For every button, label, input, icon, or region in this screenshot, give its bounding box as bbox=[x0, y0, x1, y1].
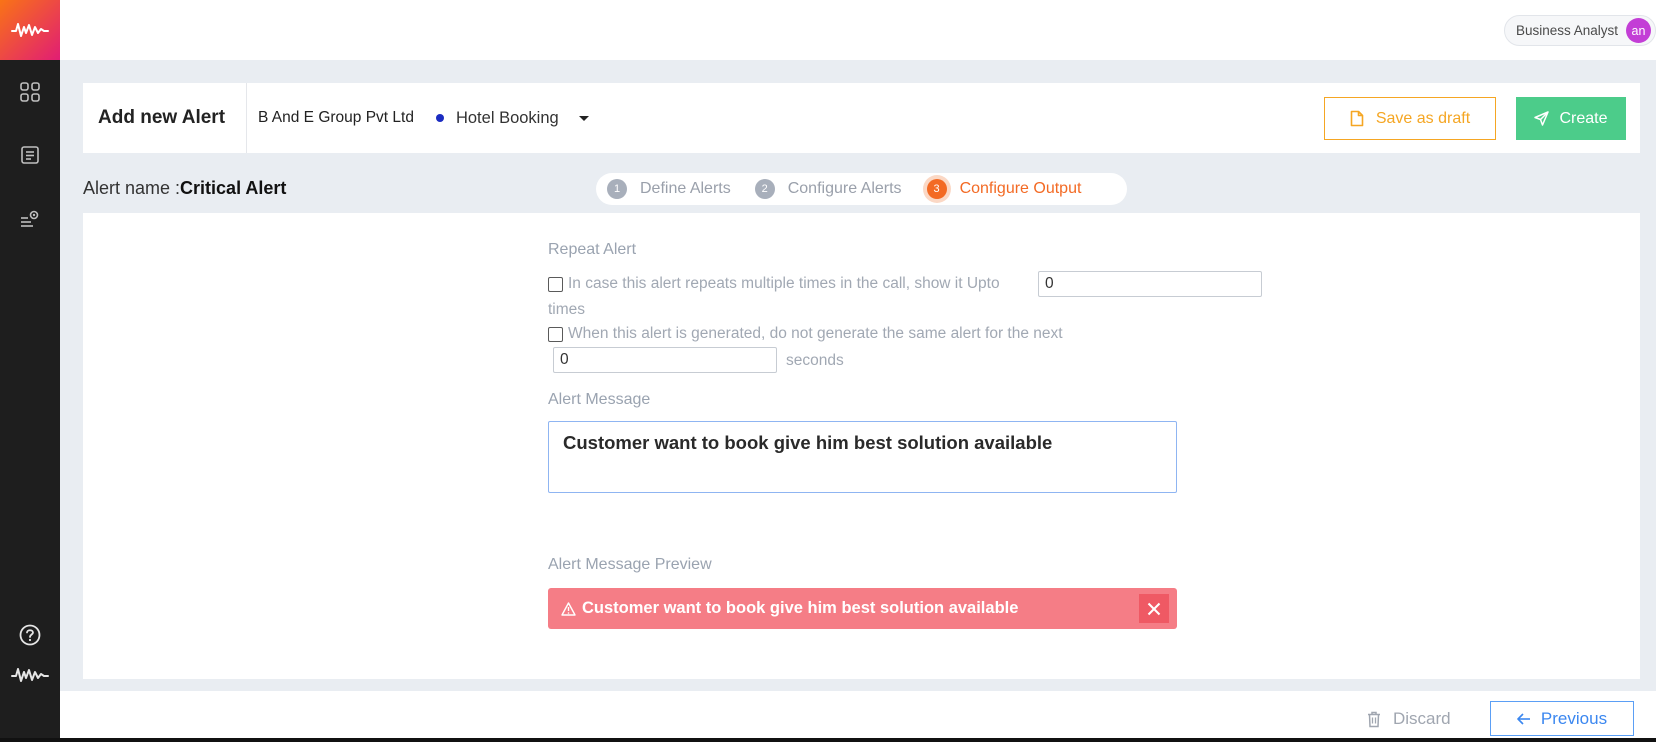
save-draft-button[interactable]: Save as draft bbox=[1324, 97, 1496, 140]
settings-list-icon bbox=[21, 210, 39, 227]
avatar[interactable]: an bbox=[1626, 18, 1651, 43]
suppress-checkbox[interactable] bbox=[548, 326, 563, 342]
repeat-checkbox[interactable] bbox=[548, 276, 563, 292]
repeat-option-suffix: times bbox=[548, 301, 586, 318]
alert-name-label: Alert name : bbox=[83, 178, 181, 198]
step-label: Configure Output bbox=[959, 180, 1082, 197]
bottom-logo bbox=[0, 660, 60, 690]
suppress-seconds-input[interactable] bbox=[553, 347, 777, 373]
create-button[interactable]: Create bbox=[1516, 97, 1626, 140]
help-button[interactable] bbox=[0, 620, 60, 650]
warning-icon bbox=[561, 601, 576, 616]
send-icon bbox=[1534, 111, 1550, 126]
document-list-icon bbox=[21, 146, 39, 164]
alert-header: Add new Alert B And E Group Pvt Ltd Hote… bbox=[83, 83, 1640, 153]
alert-message-textarea[interactable]: Customer want to book give him best solu… bbox=[548, 421, 1177, 493]
step-label: Define Alerts bbox=[640, 180, 731, 197]
repeat-option-text: In case this alert repeats multiple time… bbox=[568, 275, 1000, 292]
window-bottom-edge bbox=[0, 738, 1656, 742]
step-configure-output[interactable]: 3 Configure Output bbox=[926, 179, 1082, 199]
wizard-stepper: 1 Define Alerts 2 Configure Alerts 3 Con… bbox=[596, 173, 1127, 205]
previous-button[interactable]: Previous bbox=[1490, 701, 1634, 736]
step-number: 3 bbox=[926, 179, 947, 199]
top-bar: Business Analyst an bbox=[60, 0, 1656, 60]
step-configure-alerts[interactable]: 2 Configure Alerts bbox=[754, 179, 902, 199]
app-logo[interactable] bbox=[0, 0, 60, 60]
repeat-count-input[interactable] bbox=[1038, 271, 1262, 297]
sidebar bbox=[0, 0, 60, 742]
alert-name-value: Critical Alert bbox=[180, 178, 287, 198]
nav-dashboard[interactable] bbox=[0, 77, 60, 107]
waveform-logo-icon bbox=[11, 668, 49, 682]
trash-icon bbox=[1368, 711, 1380, 727]
discard-button[interactable]: Discard bbox=[1367, 709, 1451, 729]
repeat-option: In case this alert repeats multiple time… bbox=[548, 275, 1000, 293]
preview-text: Customer want to book give him best solu… bbox=[582, 599, 1019, 617]
repeat-alert-label: Repeat Alert bbox=[548, 241, 637, 258]
footer-bar: Discard Previous bbox=[60, 691, 1656, 742]
discard-label: Discard bbox=[1393, 709, 1451, 728]
suppress-option-suffix: seconds bbox=[786, 352, 844, 369]
suppress-option: When this alert is generated, do not gen… bbox=[548, 325, 1063, 343]
close-icon[interactable] bbox=[1139, 594, 1169, 623]
save-draft-label: Save as draft bbox=[1375, 109, 1471, 127]
step-number: 1 bbox=[607, 179, 627, 199]
step-define-alerts[interactable]: 1 Define Alerts bbox=[607, 179, 731, 199]
step-number: 2 bbox=[754, 179, 775, 199]
previous-label: Previous bbox=[1540, 708, 1608, 728]
dashboard-grid-icon bbox=[20, 82, 40, 102]
project-status-dot bbox=[435, 114, 444, 122]
user-menu[interactable]: Business Analyst an bbox=[1503, 15, 1656, 46]
alert-message-preview: Customer want to book give him best solu… bbox=[548, 588, 1177, 629]
project-name: Hotel Booking bbox=[455, 108, 559, 127]
help-circle-icon bbox=[19, 624, 41, 646]
page-title: Add new Alert bbox=[83, 83, 247, 153]
nav-documents[interactable] bbox=[0, 140, 60, 170]
suppress-option-text: When this alert is generated, do not gen… bbox=[568, 325, 1063, 342]
alert-name: Alert name :Critical Alert bbox=[83, 178, 286, 199]
company-name: B And E Group Pvt Ltd bbox=[258, 109, 414, 126]
project-dropdown-caret-icon[interactable] bbox=[578, 115, 589, 121]
arrow-left-icon bbox=[1517, 712, 1530, 725]
nav-settings-list[interactable] bbox=[0, 203, 60, 233]
user-role: Business Analyst bbox=[1515, 23, 1618, 38]
configure-output-panel: Repeat Alert In case this alert repeats … bbox=[83, 213, 1640, 679]
alert-preview-label: Alert Message Preview bbox=[548, 556, 712, 573]
alert-message-label: Alert Message bbox=[548, 391, 651, 408]
waveform-logo-icon bbox=[11, 23, 49, 37]
create-label: Create bbox=[1559, 109, 1608, 127]
step-label: Configure Alerts bbox=[787, 180, 902, 197]
file-icon bbox=[1350, 110, 1364, 127]
